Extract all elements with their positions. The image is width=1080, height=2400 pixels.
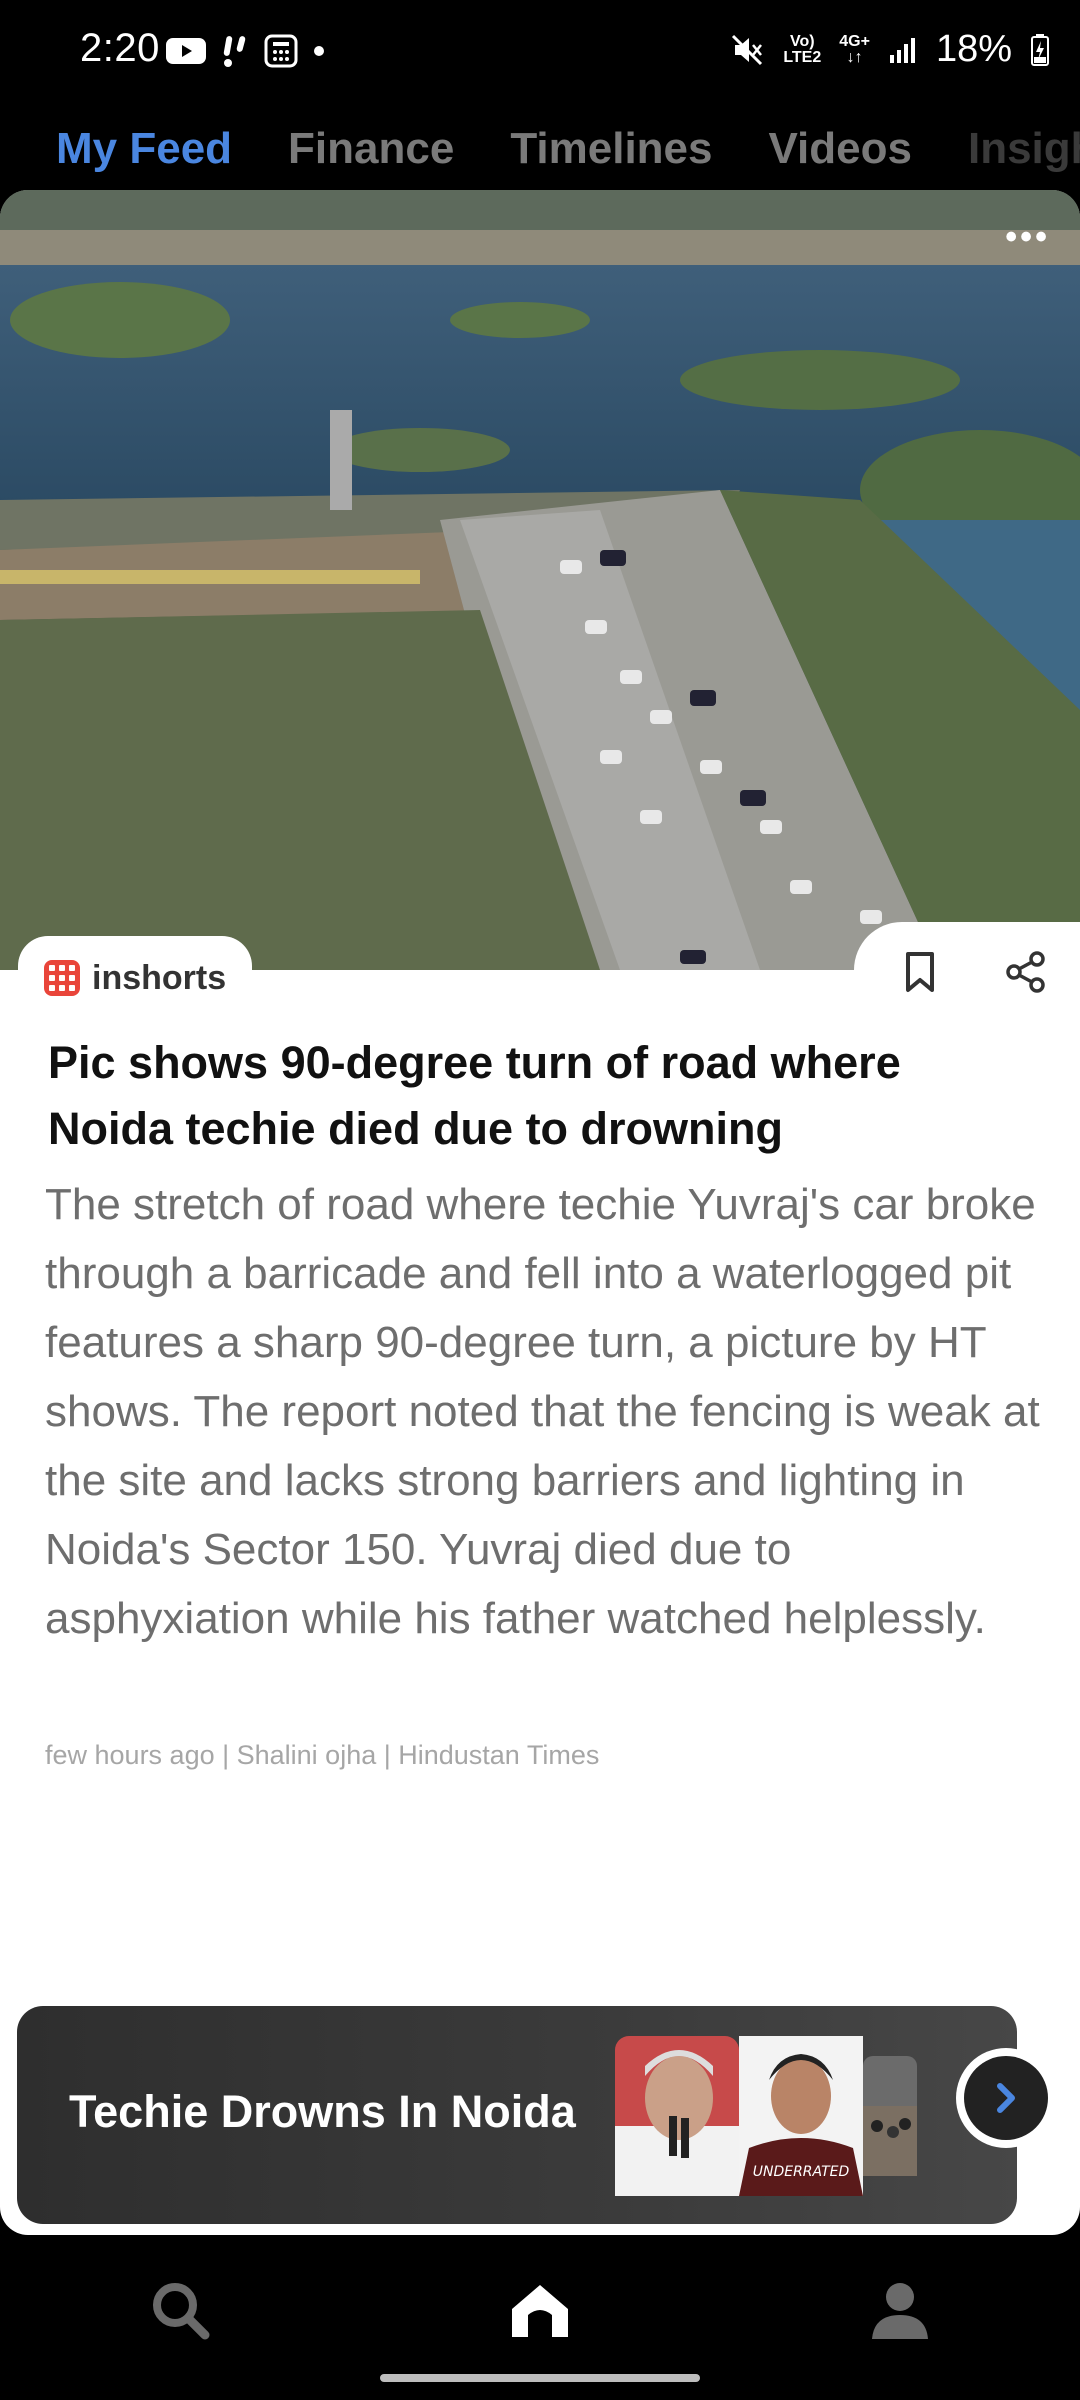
chevron-right-icon [997, 2083, 1015, 2113]
tab-insights[interactable]: Insigh [968, 124, 1080, 174]
thumbnail-shirt-text: UNDERRATED [753, 2164, 850, 2180]
signal-icon [889, 37, 915, 63]
network-type: 4G+ ↓↑ [839, 32, 870, 66]
home-indicator[interactable] [380, 2374, 700, 2382]
article-meta[interactable]: few hours ago | Shalini ojha | Hindustan… [45, 1740, 599, 1771]
tab-videos[interactable]: Videos [769, 124, 912, 174]
article-headline[interactable]: Pic shows 90-degree turn of road where N… [48, 1030, 1028, 1162]
battery-charging-icon [1031, 33, 1049, 66]
profile-icon [872, 2283, 928, 2339]
calculator-icon [264, 34, 298, 68]
banner-thumbnails: UNDERRATED [615, 2036, 917, 2196]
thumbnail-crowd [863, 2056, 917, 2176]
volte-bottom: LTE2 [783, 48, 822, 66]
notification-icons [166, 34, 326, 68]
story-banner[interactable]: Techie Drowns In Noida UNDERRATED [17, 2006, 1017, 2224]
network-type-label: 4G+ [839, 32, 870, 50]
next-story-inner [964, 2056, 1048, 2140]
mute-icon [732, 34, 763, 65]
volte-top: Vo) [789, 32, 815, 50]
article-actions [854, 922, 1080, 1022]
bookmark-icon[interactable] [900, 950, 940, 994]
alert-icon [223, 36, 246, 67]
data-arrows-icon: ↓↑ [846, 48, 863, 66]
dot-icon [314, 46, 324, 56]
more-options-icon[interactable]: ••• [1005, 218, 1050, 257]
share-icon[interactable] [1004, 950, 1048, 994]
nav-home[interactable] [500, 2270, 580, 2350]
battery-percent: 18% [935, 28, 1012, 70]
brand-chip: inshorts [18, 936, 253, 1020]
tab-timelines[interactable]: Timelines [510, 124, 712, 174]
banner-title: Techie Drowns In Noida [69, 2086, 576, 2137]
tab-my-feed[interactable]: My Feed [56, 124, 232, 174]
status-right: Vo) LTE2 4G+ ↓↑ 18% [731, 28, 1050, 71]
nav-profile[interactable] [860, 2270, 940, 2350]
thumbnail-portrait: UNDERRATED [739, 2036, 863, 2196]
article-body: The stretch of road where techie Yuvraj'… [45, 1180, 1040, 1643]
status-bar: 2:20 Vo) LTE2 4G+ ↓↑ 18% [0, 0, 1080, 108]
nav-search[interactable] [140, 2270, 220, 2350]
tab-finance[interactable]: Finance [288, 124, 454, 174]
thumbnail-speaker [615, 2036, 739, 2196]
inshorts-logo-icon [44, 960, 80, 996]
home-icon [512, 2285, 568, 2337]
youtube-icon [166, 38, 206, 64]
brand-name: inshorts [92, 958, 227, 997]
next-story-button[interactable] [956, 2048, 1056, 2148]
search-icon [153, 2283, 210, 2340]
category-tabs: My Feed Finance Timelines Videos Insigh [0, 108, 1080, 190]
article-photo[interactable] [0, 190, 1080, 970]
volte-label: Vo) LTE2 [783, 32, 822, 66]
news-card[interactable]: ••• inshorts Pic shows 90-degree turn of… [0, 190, 1080, 2235]
status-time: 2:20 [80, 26, 160, 70]
